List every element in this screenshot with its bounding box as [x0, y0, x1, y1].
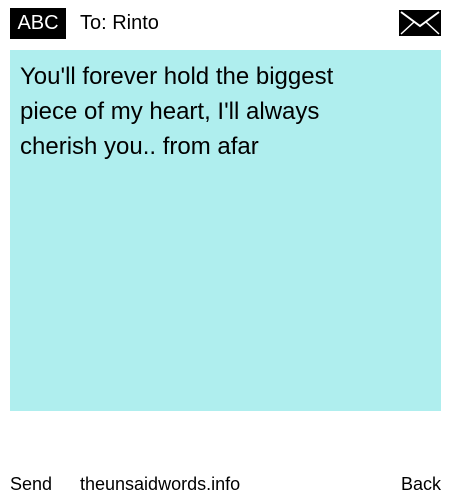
message-text: You'll forever hold the biggest piece of… — [20, 63, 334, 160]
site-link[interactable]: theunsaidwords.info — [80, 470, 240, 498]
message-area[interactable]: You'll forever hold the biggest piece of… — [10, 50, 441, 411]
footer-bar: Send theunsaidwords.info Back — [0, 470, 450, 498]
envelope-icon[interactable] — [399, 10, 441, 36]
recipient-label: To: Rinto — [80, 12, 159, 34]
input-mode-badge: ABC — [10, 8, 66, 39]
send-button[interactable]: Send — [10, 470, 52, 498]
back-button[interactable]: Back — [401, 470, 441, 498]
